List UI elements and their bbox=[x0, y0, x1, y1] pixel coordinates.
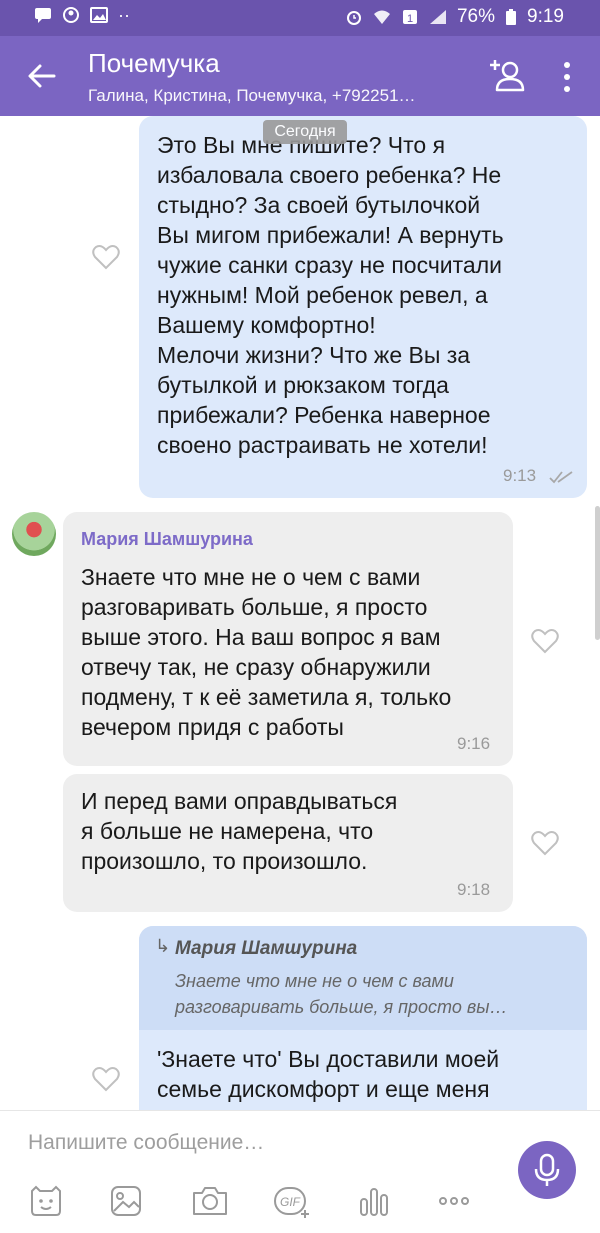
incoming-message[interactable]: И перед вами оправдываться я больше не н… bbox=[63, 774, 513, 912]
battery-icon bbox=[506, 9, 517, 25]
more-notifications-icon: ·· bbox=[118, 5, 130, 25]
message-line: отвечу так, не сразу обнаружили bbox=[81, 654, 431, 680]
message-line: я больше не намерена, что bbox=[81, 818, 374, 844]
message-line: стыдно? За своей бутылочкой bbox=[157, 192, 481, 218]
chat-title[interactable]: Почемучка bbox=[88, 48, 220, 79]
avatar[interactable] bbox=[12, 512, 56, 556]
quoted-line: разговаривать больше, я просто вы… bbox=[175, 997, 508, 1017]
clock: 9:19 bbox=[527, 6, 564, 27]
quoted-sender: Мария Шамшурина bbox=[175, 938, 358, 959]
like-icon[interactable] bbox=[92, 244, 120, 270]
quoted-line: Знаете что мне не о чем с вами bbox=[175, 971, 454, 991]
message-line: прибежали? Ребенка наверное bbox=[157, 402, 491, 428]
battery-percent: 76% bbox=[456, 6, 496, 27]
reply-arrow-icon: ↳ bbox=[155, 936, 171, 956]
message-line: разговаривать больше, я просто bbox=[81, 594, 428, 620]
svg-text:1: 1 bbox=[407, 13, 413, 25]
more-icon[interactable] bbox=[434, 1183, 474, 1219]
quoted-text: Знаете что мне не о чем с вами разговари… bbox=[175, 968, 565, 1020]
message-line: Вы мигом прибежали! А вернуть bbox=[157, 222, 504, 248]
sim-icon: 1 bbox=[402, 10, 417, 25]
message-line: вечером придя с работы bbox=[81, 714, 344, 740]
message-input[interactable]: Напишите сообщение… bbox=[28, 1131, 264, 1155]
camera-icon[interactable] bbox=[190, 1183, 230, 1219]
message-line: 'Знаете что' Вы доставили моей bbox=[157, 1046, 500, 1072]
sender-name[interactable]: Мария Шамшурина bbox=[81, 524, 495, 554]
message-line: бутылкой и рюкзаком тогда bbox=[157, 372, 449, 398]
message-line: Вашему комфортно! bbox=[157, 312, 376, 338]
message-line: произошло, то произошло. bbox=[81, 848, 368, 874]
like-icon[interactable] bbox=[531, 830, 559, 856]
read-receipt-icon bbox=[549, 471, 573, 484]
message-line: семье дискомфорт и еще меня bbox=[157, 1076, 490, 1102]
overflow-menu-icon[interactable] bbox=[560, 60, 574, 94]
message-line: Это Вы мне пишите? Что я bbox=[157, 132, 446, 158]
message-time: 9:18 bbox=[457, 880, 491, 899]
message-line: выше этого. На ваш вопрос я вам bbox=[81, 624, 441, 650]
message-line: Знаете что мне не о чем с вами bbox=[81, 564, 421, 590]
outgoing-reply-message[interactable]: ↳ Мария Шамшурина Знаете что мне не о че… bbox=[139, 926, 587, 1110]
scrollbar[interactable] bbox=[595, 506, 600, 640]
outgoing-message[interactable]: Это Вы мне пишите? Что я избаловала свое… bbox=[139, 116, 587, 498]
back-arrow-icon[interactable] bbox=[24, 58, 60, 94]
signal-icon bbox=[429, 10, 446, 24]
message-line: своено растраивать не хотели! bbox=[157, 432, 488, 458]
message-time: 9:16 bbox=[457, 734, 491, 753]
message-list[interactable]: Это Вы мне пишите? Что я избаловала свое… bbox=[0, 116, 600, 1110]
like-icon[interactable] bbox=[531, 628, 559, 654]
chat-header: Почемучка Галина, Кристина, Почемучка, +… bbox=[0, 36, 600, 116]
message-notification-icon bbox=[35, 8, 51, 23]
composer-toolbar: GIF bbox=[0, 1179, 600, 1229]
gallery-icon[interactable] bbox=[106, 1183, 146, 1219]
incoming-message[interactable]: Мария Шамшурина Знаете что мне не о чем … bbox=[63, 512, 513, 766]
like-icon[interactable] bbox=[92, 1066, 120, 1092]
alarm-icon bbox=[346, 11, 361, 25]
svg-text:GIF: GIF bbox=[280, 1195, 301, 1209]
message-line: И перед вами оправдываться bbox=[81, 788, 398, 814]
poll-icon[interactable] bbox=[354, 1183, 394, 1219]
date-separator: Сегодня bbox=[263, 120, 347, 144]
add-participant-icon[interactable] bbox=[488, 56, 526, 94]
message-line: Мелочи жизни? Что же Вы за bbox=[157, 342, 471, 368]
quoted-message[interactable]: ↳ Мария Шамшурина Знаете что мне не о че… bbox=[139, 926, 587, 1030]
message-line: чужие санки сразу не посчитали bbox=[157, 252, 502, 278]
account-notification-icon bbox=[63, 7, 79, 23]
gif-icon[interactable]: GIF bbox=[272, 1183, 312, 1219]
status-bar: ·· 1 76% 9:19 bbox=[0, 0, 600, 36]
message-composer: Напишите сообщение… GIF bbox=[0, 1110, 600, 1233]
message-line: избаловала своего ребенка? Не bbox=[157, 162, 502, 188]
sticker-icon[interactable] bbox=[26, 1183, 66, 1219]
message-line: нужным! Мой ребенок ревел, а bbox=[157, 282, 488, 308]
message-time: 9:13 bbox=[503, 466, 537, 485]
image-notification-icon bbox=[90, 7, 108, 23]
message-line: подмену, т к её заметила я, только bbox=[81, 684, 452, 710]
wifi-icon bbox=[373, 10, 390, 24]
chat-participants[interactable]: Галина, Кристина, Почемучка, +792251… bbox=[88, 86, 416, 106]
